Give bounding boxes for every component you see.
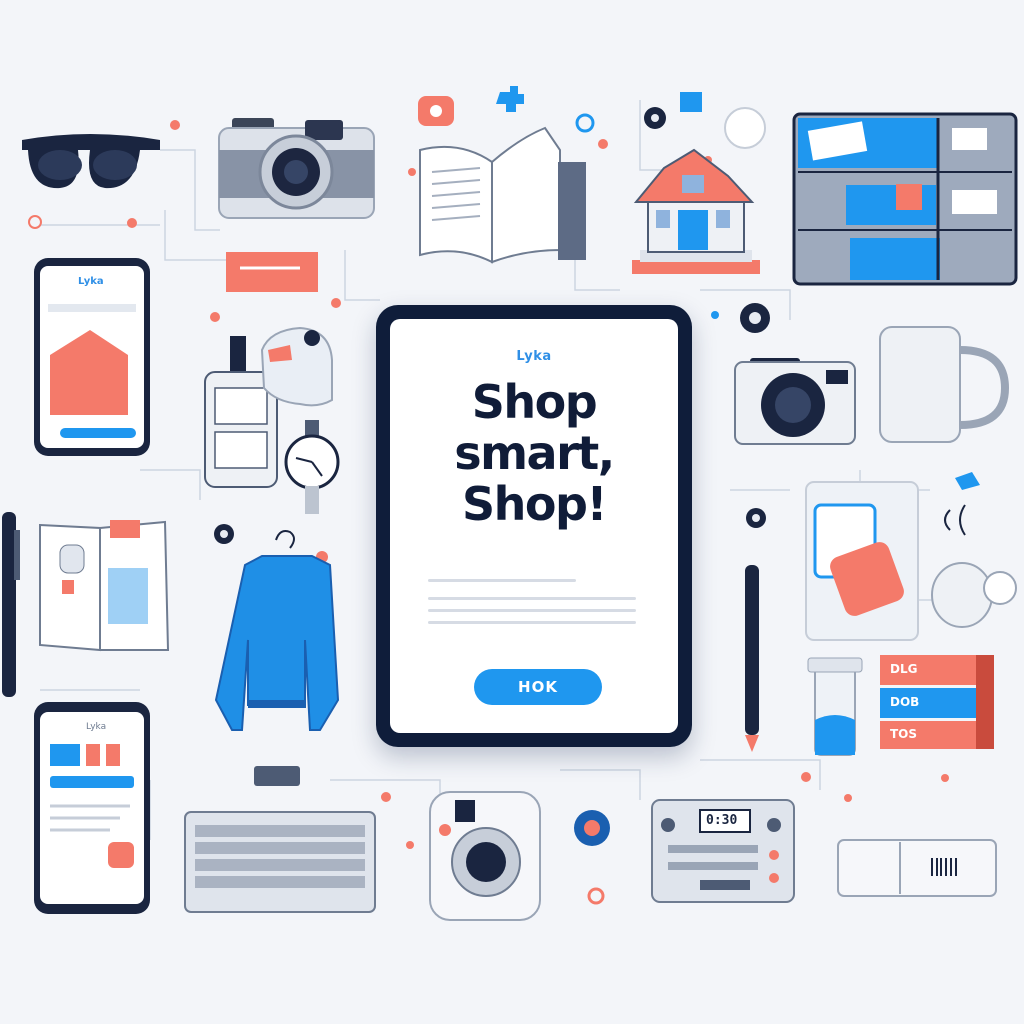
phone-left-top-brand: Lyka [78, 276, 104, 287]
plus-tile-icon [496, 86, 524, 112]
teapot-icon [931, 472, 1017, 628]
promo-headline: Shop smart, Shop! [398, 377, 670, 530]
smartphone-icon-2 [34, 702, 150, 914]
tube-icon [807, 657, 863, 756]
promo-tablet: Lyka Shop smart, Shop! HOK [376, 305, 692, 747]
text-placeholder-line [428, 597, 636, 600]
mug-icon [879, 326, 1010, 443]
promo-screen: Lyka Shop smart, Shop! HOK [390, 319, 678, 733]
pen-icon [2, 512, 20, 697]
sweater-icon [214, 530, 340, 731]
phone-left-bottom-brand: Lyka [86, 722, 107, 732]
house-icon [632, 148, 760, 274]
text-placeholder-line [428, 621, 636, 624]
book-label-2: DOB [890, 695, 920, 709]
text-placeholder-line [428, 579, 576, 582]
filing-cabinet-icon [792, 112, 1018, 286]
chat-bubble-icon [418, 96, 454, 126]
headline-line-3: Shop! [462, 477, 607, 531]
book-label-1: DLG [890, 662, 918, 676]
usb-drive-icon [837, 839, 997, 897]
sunglasses-icon [22, 134, 160, 189]
headline-line-1: Shop [471, 375, 598, 429]
canvas: Lyka Lyka DLG DOB TOS 0:30 Lyka Shop sma… [0, 0, 1024, 1024]
compact-camera-icon [734, 303, 856, 445]
kettle-icon [260, 326, 333, 407]
watch-icon [284, 420, 340, 514]
smartphone-icon [34, 258, 150, 456]
open-book-icon [419, 126, 586, 264]
book-label-3: TOS [890, 727, 918, 741]
card-icon [746, 481, 919, 641]
knob-icon [644, 92, 766, 149]
headline-line-2: smart, [454, 426, 615, 480]
radio-display: 0:30 [706, 813, 738, 828]
instant-camera-icon [429, 791, 610, 921]
cta-button[interactable]: HOK [474, 669, 602, 705]
sticky-note-icon [226, 252, 318, 292]
magazine-icon [39, 520, 170, 652]
keyboard-icon [184, 766, 376, 913]
stylus-icon [745, 565, 759, 752]
text-placeholder-line [428, 609, 636, 612]
brand-logo: Lyka [516, 349, 552, 364]
camera-icon [218, 118, 375, 219]
small-knob-icon [214, 524, 234, 544]
